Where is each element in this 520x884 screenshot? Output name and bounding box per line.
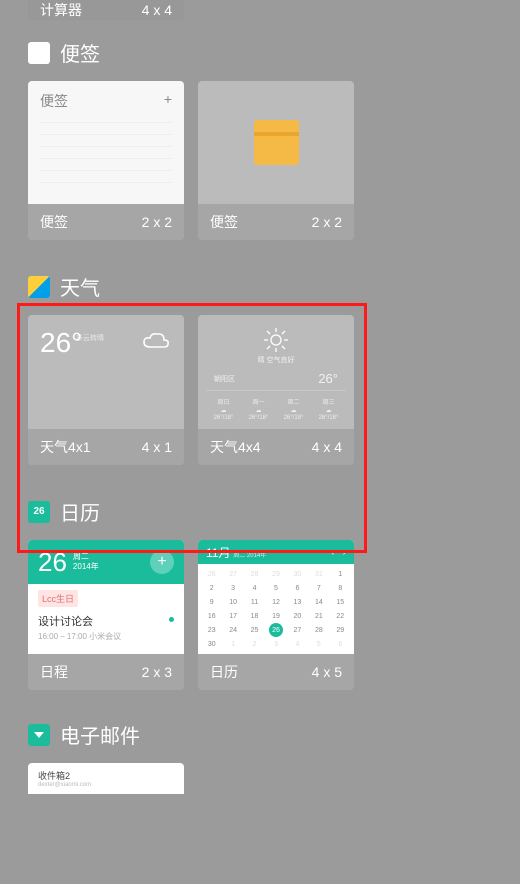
widget-name: 天气4x1 xyxy=(40,437,91,457)
sun-icon xyxy=(263,327,289,353)
section-header-calendar: 26 日历 xyxy=(28,497,492,526)
calendar-grid: 2627282930311 2345678 9101112131415 1617… xyxy=(198,564,354,654)
widget-name: 日程 xyxy=(40,662,68,682)
widget-name: 计算器 xyxy=(40,0,82,20)
schedule-event-meeting: 设计讨论会 16:00 – 17:00 小米会议 xyxy=(38,613,174,642)
widget-size: 4 x 4 xyxy=(142,2,172,18)
widget-footer: 日程 2 x 3 xyxy=(28,654,184,690)
widget-name: 日历 xyxy=(210,662,238,682)
widget-footer-calculator[interactable]: 计算器 4 x 4 xyxy=(28,0,184,20)
schedule-weekday: 周二 xyxy=(73,552,99,562)
widget-schedule[interactable]: 26 周二 2014年 + Lcc生日 设计讨论会 16:00 – 17:00 … xyxy=(28,540,184,690)
widget-weather-4x4[interactable]: 晴 空气良好 朝阳区 26° 周日☁26°/18° 周一☁26°/18° 周二☁… xyxy=(198,315,354,465)
widget-size: 2 x 2 xyxy=(312,214,342,230)
widget-footer: 便签 2 x 2 xyxy=(28,204,184,240)
widget-email[interactable]: 收件箱2 dexter@xiaomi.com xyxy=(28,763,184,794)
widget-name: 天气4x4 xyxy=(210,437,261,457)
weather-temperature: 26° xyxy=(40,327,82,359)
weather-condition: 多云转晴 xyxy=(76,333,104,343)
weather-app-icon xyxy=(28,276,50,298)
weather-condition-text: 晴 空气良好 xyxy=(258,355,295,365)
add-event-icon: + xyxy=(150,550,174,574)
widget-notes-single[interactable]: 便签 2 x 2 xyxy=(198,81,354,240)
widget-size: 4 x 5 xyxy=(312,664,342,680)
schedule-event-birthday: Lcc生日 xyxy=(38,590,78,607)
widget-row-weather: 26° 多云转晴 天气4x1 4 x 1 xyxy=(28,315,492,465)
widget-name: 便签 xyxy=(40,212,68,232)
widget-size: 4 x 4 xyxy=(312,439,342,455)
widget-notes-list[interactable]: 便签 + 便签 2 x 2 xyxy=(28,81,184,240)
widget-calendar-month[interactable]: 11月 周二 2014年 ‹ › 2627282930311 2345678 9… xyxy=(198,540,354,690)
section-title: 日历 xyxy=(60,497,100,526)
widget-name: 便签 xyxy=(210,212,238,232)
widget-weather-4x1[interactable]: 26° 多云转晴 天气4x1 4 x 1 xyxy=(28,315,184,465)
widget-footer: 天气4x4 4 x 4 xyxy=(198,429,354,465)
widget-footer: 天气4x1 4 x 1 xyxy=(28,429,184,465)
notes-preview: 便签 + xyxy=(28,81,184,204)
weather-temperature: 26° xyxy=(318,371,338,386)
notes-app-icon xyxy=(28,42,50,64)
calendar-nav-icons: ‹ › xyxy=(331,547,346,558)
widget-size: 2 x 2 xyxy=(142,214,172,230)
calendar-app-icon: 26 xyxy=(28,501,50,523)
section-title: 天气 xyxy=(60,272,100,301)
weather-location: 朝阳区 xyxy=(214,374,235,384)
mail-app-icon xyxy=(28,724,50,746)
email-address: dexter@xiaomi.com xyxy=(38,782,174,788)
widget-footer: 日历 4 x 5 xyxy=(198,654,354,690)
section-header-email: 电子邮件 xyxy=(28,720,492,749)
plus-icon: + xyxy=(164,91,172,111)
calendar-month-preview: 11月 周二 2014年 ‹ › 2627282930311 2345678 9… xyxy=(198,540,354,654)
notes-preview-title: 便签 xyxy=(40,91,68,111)
weather-forecast-row: 周日☁26°/18° 周一☁26°/18° 周二☁26°/18° 周三☁26°/… xyxy=(206,397,346,421)
weather-preview-small: 26° 多云转晴 xyxy=(28,315,184,429)
email-inbox-title: 收件箱2 xyxy=(38,769,174,782)
section-title: 电子邮件 xyxy=(60,720,140,749)
note-pad-icon xyxy=(254,120,299,165)
schedule-date-number: 26 xyxy=(38,547,67,578)
widget-footer: 便签 2 x 2 xyxy=(198,204,354,240)
schedule-year: 2014年 xyxy=(73,562,99,572)
widget-size: 4 x 1 xyxy=(142,439,172,455)
notes-icon-preview xyxy=(198,81,354,204)
schedule-preview: 26 周二 2014年 + Lcc生日 设计讨论会 16:00 – 17:00 … xyxy=(28,540,184,654)
section-title: 便签 xyxy=(60,38,100,67)
widget-row-notes: 便签 + 便签 2 x 2 便签 2 x 2 xyxy=(28,81,492,240)
section-header-notes: 便签 xyxy=(28,38,492,67)
widget-row-calendar: 26 周二 2014年 + Lcc生日 设计讨论会 16:00 – 17:00 … xyxy=(28,540,492,690)
widget-size: 2 x 3 xyxy=(142,664,172,680)
section-header-weather: 天气 xyxy=(28,272,492,301)
weather-preview-large: 晴 空气良好 朝阳区 26° 周日☁26°/18° 周一☁26°/18° 周二☁… xyxy=(198,315,354,429)
cloud-icon xyxy=(142,331,170,351)
